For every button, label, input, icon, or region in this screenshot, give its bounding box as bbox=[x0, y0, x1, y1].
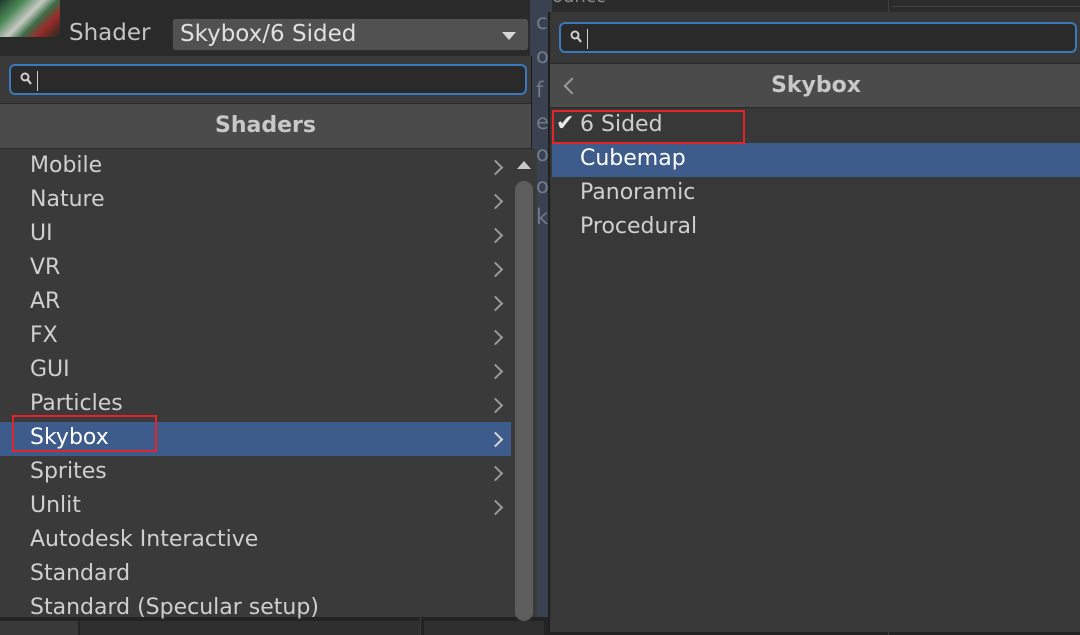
chevron-right-icon bbox=[487, 193, 504, 210]
chevron-right-icon bbox=[487, 329, 504, 346]
skybox-item-procedural[interactable]: Procedural bbox=[552, 211, 1080, 245]
skybox-item-cubemap[interactable]: Cubemap bbox=[552, 143, 1080, 177]
shader-item-label: Sprites bbox=[30, 459, 107, 484]
shader-item-autodesk-interactive[interactable]: Autodesk Interactive bbox=[0, 524, 511, 558]
background-glyph: f bbox=[536, 78, 544, 102]
background-glyph: o bbox=[536, 44, 549, 68]
shader-item-label: FX bbox=[30, 323, 58, 348]
skybox-item-label: Cubemap bbox=[580, 146, 686, 171]
scrollbar-thumb[interactable] bbox=[515, 181, 533, 621]
shaders-header: Shaders bbox=[0, 103, 531, 149]
chevron-right-icon bbox=[487, 295, 504, 312]
shader-item-gui[interactable]: GUI bbox=[0, 354, 511, 388]
text-caret bbox=[587, 29, 588, 49]
scroll-up-arrow-icon[interactable] bbox=[517, 161, 531, 169]
shader-item-label: Particles bbox=[30, 391, 123, 416]
shader-item-ar[interactable]: AR bbox=[0, 286, 511, 320]
background-glyph: o bbox=[536, 142, 549, 166]
shader-item-sprites[interactable]: Sprites bbox=[0, 456, 511, 490]
annotation-box-skybox bbox=[12, 415, 157, 452]
chevron-right-icon bbox=[487, 261, 504, 278]
chevron-right-icon bbox=[487, 397, 504, 414]
annotation-box-6-sided bbox=[552, 110, 745, 144]
shader-item-label: VR bbox=[30, 255, 61, 280]
skybox-item-label: Procedural bbox=[580, 214, 698, 239]
shader-item-vr[interactable]: VR bbox=[0, 252, 511, 286]
magnifier-icon bbox=[570, 30, 582, 43]
background-glyph: c bbox=[536, 10, 548, 34]
chevron-right-icon bbox=[487, 227, 504, 244]
background-glyph: o bbox=[536, 174, 549, 198]
shader-item-nature[interactable]: Nature bbox=[0, 184, 511, 218]
shader-dropdown[interactable]: Skybox/6 Sided bbox=[172, 18, 529, 51]
skybox-item-panoramic[interactable]: Panoramic bbox=[552, 177, 1080, 211]
text-caret bbox=[37, 71, 38, 91]
chevron-right-icon bbox=[487, 159, 504, 176]
shader-item-label: AR bbox=[30, 289, 61, 314]
background-glyph: e bbox=[536, 110, 549, 134]
shader-item-label: Autodesk Interactive bbox=[30, 527, 259, 552]
shader-item-label: Standard bbox=[30, 561, 131, 586]
shader-item-standard-specular[interactable]: Standard (Specular setup) bbox=[0, 592, 511, 626]
shader-item-label: GUI bbox=[30, 357, 70, 382]
shader-label: Shader bbox=[69, 20, 151, 46]
chevron-right-icon bbox=[487, 431, 504, 448]
shader-item-standard[interactable]: Standard bbox=[0, 558, 511, 592]
shader-item-label: Standard (Specular setup) bbox=[30, 595, 319, 620]
shader-item-label: UI bbox=[30, 221, 53, 246]
skybox-item-label: Panoramic bbox=[580, 180, 696, 205]
chevron-right-icon bbox=[487, 499, 504, 516]
chevron-right-icon bbox=[487, 363, 504, 380]
chevron-right-icon bbox=[487, 465, 504, 482]
shader-dropdown-value: Skybox/6 Sided bbox=[180, 21, 357, 47]
shader-search-input[interactable] bbox=[9, 64, 527, 95]
background-text-fragment: ouncc bbox=[552, 0, 606, 7]
shader-item-unlit[interactable]: Unlit bbox=[0, 490, 511, 524]
background-glyph: k bbox=[536, 205, 549, 229]
shader-item-label: Mobile bbox=[30, 153, 103, 178]
shader-item-ui[interactable]: UI bbox=[0, 218, 511, 252]
material-preview-thumbnail bbox=[0, 0, 60, 37]
shader-item-label: Unlit bbox=[30, 493, 81, 518]
shader-list-scrollbar[interactable] bbox=[511, 149, 537, 621]
skybox-submenu-popup: Skybox ✔ 6 Sided Cubemap Panoramic Proce… bbox=[548, 12, 1080, 632]
triangle-down-icon bbox=[502, 32, 516, 40]
shader-menu-popup: Shaders Mobile Nature UI VR AR FX GUI Pa… bbox=[0, 56, 537, 621]
magnifier-icon bbox=[20, 72, 32, 85]
skybox-search-input[interactable] bbox=[559, 22, 1077, 53]
shader-item-label: Nature bbox=[30, 187, 105, 212]
shader-item-fx[interactable]: FX bbox=[0, 320, 511, 354]
skybox-header: Skybox bbox=[550, 63, 1080, 108]
shader-item-mobile[interactable]: Mobile bbox=[0, 150, 511, 184]
